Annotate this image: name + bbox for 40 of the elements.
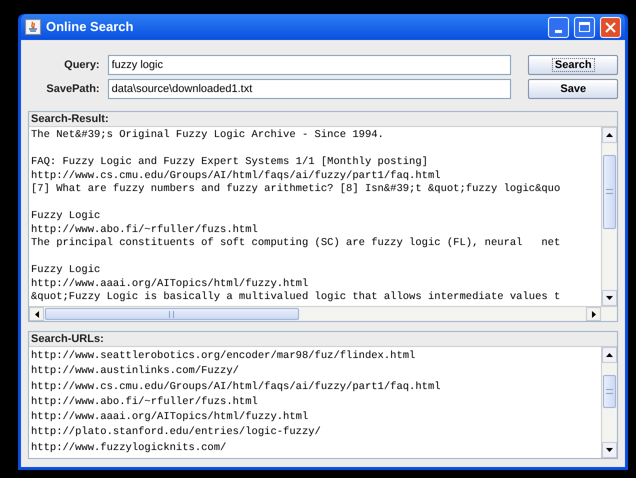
- text-line: http://www.abo.fi/~rfuller/fuzs.html: [31, 394, 259, 410]
- text-line: Fuzzy Logic: [31, 210, 102, 224]
- text-line: http://plato.stanford.edu/entries/logic-fuzzy/: [31, 425, 322, 440]
- text-line: Fuzzy Logic: [31, 264, 102, 278]
- down-arrow-icon: [606, 448, 613, 452]
- down-arrow-icon: [606, 296, 613, 300]
- left-arrow-icon: [34, 310, 38, 318]
- text-line: http://www.austinlinks.com/Fuzzy/: [31, 364, 240, 380]
- field-label: Query:: [63, 58, 100, 73]
- close-icon: [605, 22, 616, 32]
- action-button[interactable]: Save: [528, 79, 618, 99]
- panel-title: Search-URLs:: [30, 332, 105, 346]
- right-arrow-icon: [592, 310, 596, 318]
- app-icon: [25, 19, 41, 35]
- text-line: http://www.aaai.org/AITopics/html/fuzzy.html: [31, 410, 310, 426]
- vertical-scrollbar[interactable]: [601, 127, 617, 306]
- minimize-button[interactable]: [548, 16, 569, 38]
- text-line: http://www.fuzzylogicknits.com/: [31, 440, 228, 456]
- text-line: The principal constituents of soft computing (SC) are fuzzy logic (FL), neural net: [31, 237, 562, 250]
- panel-title: Search-Result:: [30, 112, 110, 126]
- text-line: http://www.cs.cmu.edu/Groups/AI/html/faqs/ai/fuzzy/part1/faq.html: [31, 170, 442, 183]
- text-line: http://www.seattlerobotics.org/encoder/mar98/fuz/flindex.html: [31, 349, 416, 364]
- window-title: Online Search: [46, 18, 134, 36]
- vertical-scrollbar[interactable]: [601, 347, 617, 458]
- maximize-button[interactable]: [574, 16, 595, 38]
- input-field[interactable]: fuzzy logic: [108, 55, 512, 75]
- text-line: http://www.cs.cmu.edu/Groups/AI/html/faqs/ai/fuzzy/part1/faq.html: [31, 380, 442, 395]
- up-arrow-icon: [606, 353, 613, 357]
- text-line: [7] What are fuzzy numbers and fuzzy arithmetic? [8] Isn&#39;t &quot;fuzzy logic&quo: [31, 183, 562, 196]
- action-button[interactable]: Search: [528, 55, 618, 75]
- horizontal-scrollbar[interactable]: [29, 307, 601, 321]
- input-field[interactable]: data\source\downloaded1.txt: [108, 79, 512, 99]
- up-arrow-icon: [606, 133, 613, 137]
- text-line: http://www.aaai.org/AITopics/html/fuzzy.html: [31, 278, 310, 291]
- text-line: &quot;Fuzzy Logic is basically a multivalued logic that allows intermediate values t: [31, 291, 562, 304]
- text-line: The Net&#39;s Original Fuzzy Logic Archive - Since 1994.: [31, 129, 385, 142]
- field-label: SavePath:: [45, 82, 100, 97]
- text-line: FAQ: Fuzzy Logic and Fuzzy Expert Systems 1/1 [Monthly posting]: [31, 156, 429, 170]
- close-button[interactable]: [600, 16, 621, 38]
- text-line: http://www.abo.fi/~rfuller/fuzs.html: [31, 224, 259, 237]
